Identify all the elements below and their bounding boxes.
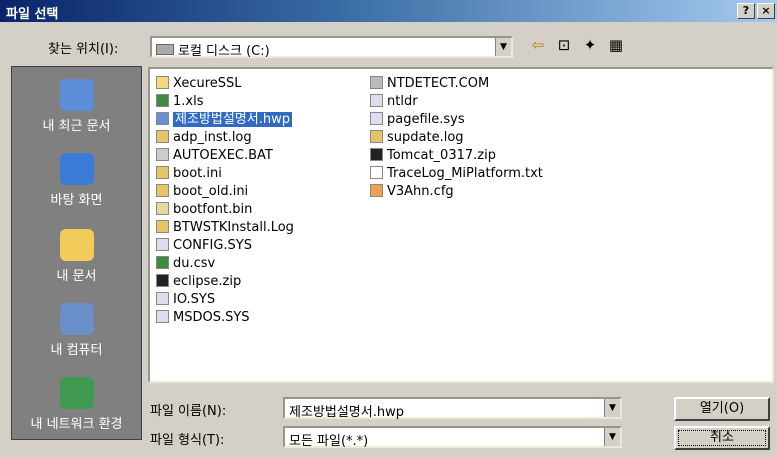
list-item[interactable]: XecureSSL bbox=[156, 75, 242, 93]
ini-icon bbox=[156, 166, 169, 179]
view-menu-icon[interactable]: ▦ bbox=[605, 34, 627, 56]
new-folder-icon[interactable]: ✦ bbox=[579, 34, 601, 56]
txt-icon bbox=[370, 166, 383, 179]
list-item[interactable]: Tomcat_0317.zip bbox=[370, 147, 496, 165]
ini-icon bbox=[156, 184, 169, 197]
log-icon bbox=[370, 130, 383, 143]
place-computer[interactable]: 내 컴퓨터 bbox=[12, 303, 141, 358]
list-item[interactable]: IO.SYS bbox=[156, 291, 215, 309]
cancel-button[interactable]: 취소 bbox=[674, 426, 770, 450]
list-item[interactable]: eclipse.zip bbox=[156, 273, 241, 291]
back-icon[interactable]: ⇦ bbox=[527, 34, 549, 56]
network-icon bbox=[59, 377, 94, 409]
place-network[interactable]: 내 네트워크 환경 bbox=[12, 377, 141, 432]
computer-icon bbox=[59, 303, 94, 335]
list-item[interactable]: du.csv bbox=[156, 255, 215, 273]
list-item[interactable]: boot.ini bbox=[156, 165, 222, 183]
list-item[interactable]: adp_inst.log bbox=[156, 129, 252, 147]
list-item-selected[interactable]: 제조방법설명서.hwp bbox=[156, 111, 292, 129]
lookin-label: 찾는 위치(I): bbox=[48, 42, 119, 57]
close-button[interactable]: × bbox=[757, 3, 775, 19]
place-mydocs[interactable]: 내 문서 bbox=[12, 229, 141, 284]
sys-icon bbox=[156, 292, 169, 305]
place-desktop[interactable]: 바탕 화면 bbox=[12, 153, 141, 208]
list-item[interactable]: CONFIG.SYS bbox=[156, 237, 252, 255]
sys-icon bbox=[156, 238, 169, 251]
drive-icon bbox=[156, 44, 174, 55]
lookin-dropdown[interactable]: 로컬 디스크 (C:) ▼ bbox=[150, 36, 513, 59]
log-icon bbox=[156, 220, 169, 233]
list-item[interactable]: pagefile.sys bbox=[370, 111, 465, 129]
open-button[interactable]: 열기(O) bbox=[674, 397, 770, 421]
filename-label: 파일 이름(N): bbox=[150, 404, 227, 419]
list-item[interactable]: V3Ahn.cfg bbox=[370, 183, 454, 201]
log-icon bbox=[156, 130, 169, 143]
sys-icon bbox=[370, 112, 383, 125]
list-item[interactable]: TraceLog_MiPlatform.txt bbox=[370, 165, 543, 183]
zip-icon bbox=[156, 274, 169, 287]
com-icon bbox=[370, 76, 383, 89]
list-item[interactable]: ntldr bbox=[370, 93, 418, 111]
window-title: 파일 선택 bbox=[6, 7, 59, 22]
filename-input[interactable]: 제조방법설명서.hwp ▼ bbox=[283, 397, 622, 420]
mydocs-icon bbox=[59, 229, 94, 261]
bin-icon bbox=[156, 202, 169, 215]
list-item[interactable]: 1.xls bbox=[156, 93, 203, 111]
list-item[interactable]: boot_old.ini bbox=[156, 183, 248, 201]
sys-icon bbox=[370, 94, 383, 107]
place-recent[interactable]: 내 최근 문서 bbox=[12, 79, 141, 134]
file-list[interactable]: XecureSSL 1.xls 제조방법설명서.hwp adp_inst.log… bbox=[148, 67, 774, 383]
chevron-down-icon[interactable]: ▼ bbox=[604, 399, 620, 417]
hwp-icon bbox=[156, 112, 169, 125]
list-item[interactable]: BTWSTKInstall.Log bbox=[156, 219, 294, 237]
excel-icon bbox=[156, 256, 169, 269]
sys-icon bbox=[156, 310, 169, 323]
filetype-label: 파일 형식(T): bbox=[150, 433, 225, 448]
help-button[interactable]: ? bbox=[737, 3, 755, 19]
zip-icon bbox=[370, 148, 383, 161]
list-item[interactable]: supdate.log bbox=[370, 129, 464, 147]
list-item[interactable]: MSDOS.SYS bbox=[156, 309, 250, 327]
title-bar: 파일 선택 ? × bbox=[0, 0, 777, 22]
chevron-down-icon[interactable]: ▼ bbox=[604, 428, 620, 446]
up-folder-icon[interactable]: ⊡ bbox=[553, 34, 575, 56]
folder-icon bbox=[156, 76, 169, 89]
excel-icon bbox=[156, 94, 169, 107]
list-item[interactable]: bootfont.bin bbox=[156, 201, 252, 219]
places-bar: 내 최근 문서 바탕 화면 내 문서 내 컴퓨터 내 네트워크 환경 bbox=[11, 66, 142, 440]
desktop-icon bbox=[59, 153, 94, 185]
lookin-value: 로컬 디스크 (C:) bbox=[156, 40, 270, 59]
list-item[interactable]: AUTOEXEC.BAT bbox=[156, 147, 273, 165]
filetype-dropdown[interactable]: 모든 파일(*.*) ▼ bbox=[283, 426, 622, 449]
bat-icon bbox=[156, 148, 169, 161]
cfg-icon bbox=[370, 184, 383, 197]
chevron-down-icon[interactable]: ▼ bbox=[495, 38, 511, 56]
recent-icon bbox=[59, 79, 94, 111]
list-item[interactable]: NTDETECT.COM bbox=[370, 75, 489, 93]
